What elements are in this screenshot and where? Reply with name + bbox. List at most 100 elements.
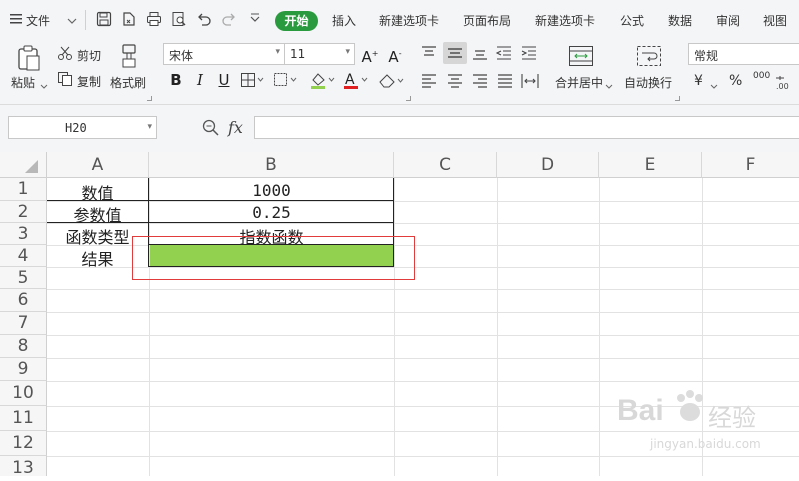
paste-button[interactable]: 粘贴: [11, 74, 35, 91]
paste-dropdown-icon[interactable]: [40, 79, 48, 93]
increase-decimal-icon[interactable]: .00: [774, 74, 796, 93]
row-header-10[interactable]: 10: [0, 381, 47, 406]
copy-button[interactable]: 复制: [77, 73, 101, 90]
distribute-icon[interactable]: [520, 72, 540, 93]
row-header-3[interactable]: 3: [0, 223, 47, 245]
percent-button[interactable]: %: [729, 73, 742, 89]
zoom-icon[interactable]: [202, 119, 220, 140]
chevron-down-icon: ▾: [147, 122, 152, 132]
tab-page-layout[interactable]: 页面布局: [463, 12, 511, 29]
thousands-separator-button[interactable]: 000: [753, 71, 770, 81]
fx-button[interactable]: fx: [228, 118, 243, 137]
tab-review[interactable]: 审阅: [716, 12, 740, 29]
fill-color-icon[interactable]: [309, 70, 335, 93]
gridline: [47, 289, 799, 290]
column-header-d[interactable]: D: [497, 152, 599, 178]
row-header-5[interactable]: 5: [0, 267, 47, 289]
row-header-7[interactable]: 7: [0, 312, 47, 335]
column-header-e[interactable]: E: [599, 152, 702, 178]
row-header-4[interactable]: 4: [0, 245, 47, 267]
print-preview-icon[interactable]: [171, 11, 187, 27]
tab-new-2[interactable]: 新建选项卡: [535, 12, 595, 29]
italic-icon[interactable]: I: [190, 70, 210, 90]
bold-icon[interactable]: B: [166, 70, 186, 90]
cell-b2[interactable]: 0.25: [149, 203, 394, 222]
column-header-b[interactable]: B: [149, 152, 394, 178]
tab-new-1[interactable]: 新建选项卡: [379, 12, 439, 29]
gridline: [47, 456, 799, 457]
chevron-down-icon[interactable]: [710, 79, 718, 93]
font-size-select[interactable]: 11 ▾: [284, 43, 355, 65]
align-left-icon[interactable]: [420, 72, 438, 93]
select-all-corner[interactable]: [0, 152, 47, 178]
paste-icon[interactable]: [16, 44, 42, 75]
tab-data[interactable]: 数据: [668, 12, 692, 29]
customize-toolbar-icon[interactable]: [247, 11, 263, 27]
row-header-13[interactable]: 13: [0, 456, 47, 478]
font-color-icon[interactable]: A: [343, 70, 369, 93]
formula-input[interactable]: [254, 116, 799, 139]
align-center-icon[interactable]: [446, 72, 464, 93]
cell-a1[interactable]: 数值: [47, 180, 148, 204]
tab-insert[interactable]: 插入: [332, 12, 356, 29]
chevron-down-icon[interactable]: [67, 15, 77, 29]
tab-formula[interactable]: 公式: [620, 12, 644, 29]
undo-icon[interactable]: [196, 11, 212, 27]
merge-center-button[interactable]: 合并居中: [555, 74, 603, 91]
gridline: [47, 335, 799, 336]
align-right-icon[interactable]: [471, 72, 489, 93]
row-header-8[interactable]: 8: [0, 335, 47, 358]
align-middle-button[interactable]: [443, 42, 467, 64]
paw-logo-icon: [673, 388, 707, 429]
increase-font-icon[interactable]: A+: [360, 44, 380, 66]
clipboard-group-launcher[interactable]: [147, 96, 152, 101]
underline-icon[interactable]: U: [214, 70, 234, 90]
column-header-f[interactable]: F: [702, 152, 799, 178]
column-header-c[interactable]: C: [394, 152, 497, 178]
save-icon[interactable]: [96, 11, 112, 27]
number-format-select[interactable]: 常规: [688, 43, 799, 65]
row-header-12[interactable]: 12: [0, 431, 47, 456]
border-icon[interactable]: [240, 72, 264, 91]
eraser-icon[interactable]: [377, 71, 405, 92]
menu-divider: [85, 10, 86, 30]
row-header-1[interactable]: 1: [0, 178, 47, 201]
currency-button[interactable]: ¥: [694, 73, 703, 89]
row-header-6[interactable]: 6: [0, 289, 47, 312]
font-name-value: 宋体: [169, 49, 194, 63]
font-name-select[interactable]: 宋体 ▾: [163, 43, 285, 65]
hamburger-icon[interactable]: [10, 13, 22, 24]
gridline: [47, 431, 799, 432]
fill-pattern-icon[interactable]: [273, 72, 297, 91]
increase-indent-icon[interactable]: [520, 44, 538, 65]
svg-text:A: A: [345, 72, 355, 88]
tab-start[interactable]: 开始: [275, 11, 318, 31]
justify-icon[interactable]: [496, 72, 514, 93]
chevron-down-icon[interactable]: [605, 79, 613, 93]
cell-b1[interactable]: 1000: [149, 181, 394, 200]
svg-text:.00: .00: [776, 82, 789, 90]
decrease-indent-icon[interactable]: [495, 44, 513, 65]
redo-icon[interactable]: [221, 11, 237, 27]
column-header-a[interactable]: A: [47, 152, 149, 178]
name-box[interactable]: H20 ▾: [8, 116, 157, 139]
align-bottom-icon[interactable]: [471, 44, 489, 65]
cell-a2[interactable]: 参数值: [47, 202, 148, 226]
row-header-2[interactable]: 2: [0, 201, 47, 223]
row-header-9[interactable]: 9: [0, 358, 47, 381]
align-top-icon[interactable]: [420, 44, 438, 65]
copy-icon: [57, 71, 73, 90]
scissors-icon: [57, 45, 73, 64]
wrap-text-button[interactable]: 自动换行: [624, 74, 672, 91]
file-menu[interactable]: 文件: [26, 12, 50, 29]
annotation-highlight-box: [132, 236, 415, 280]
row-header-11[interactable]: 11: [0, 406, 47, 431]
decrease-font-icon[interactable]: A-: [385, 44, 405, 66]
font-group-launcher[interactable]: [406, 96, 411, 101]
alignment-group-launcher[interactable]: [675, 96, 680, 101]
format-painter-button[interactable]: 格式刷: [110, 74, 146, 91]
cut-button[interactable]: 剪切: [77, 47, 101, 64]
tab-view[interactable]: 视图: [763, 12, 787, 29]
export-icon[interactable]: [121, 11, 137, 27]
print-icon[interactable]: [146, 11, 162, 27]
